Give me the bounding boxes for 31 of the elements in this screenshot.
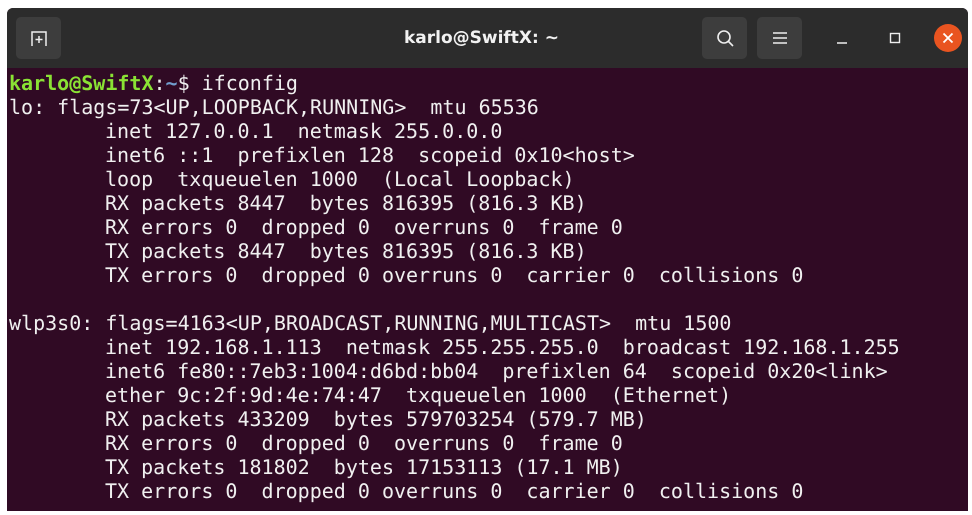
close-icon [942,32,954,44]
menu-button[interactable] [757,17,802,59]
output-line: RX packets 8447 bytes 816395 (816.3 KB) [105,191,587,215]
prompt-separator: : [154,71,166,95]
output-line: RX errors 0 dropped 0 overruns 0 frame 0 [105,215,623,239]
output-line: RX packets 433209 bytes 579703254 (579.7 MB) [105,407,647,431]
close-button[interactable] [934,24,962,52]
search-button[interactable] [702,17,747,59]
menu-icon [772,31,788,45]
new-tab-button[interactable] [16,17,61,59]
prompt-path: ~ [166,71,178,95]
maximize-icon [889,32,901,44]
output-line: TX errors 0 dropped 0 overruns 0 carrier 0 collisions 0 [105,479,804,503]
search-icon [714,28,734,48]
output-line: RX errors 0 dropped 0 overruns 0 frame 0 [105,431,623,455]
window-title: karlo@SwiftX: ~ [402,28,560,48]
output-line: wlp3s0: flags=4163<UP,BROADCAST,RUNNING,MULTICAST> mtu 1500 [9,311,732,335]
output-line: TX packets 181802 bytes 17153113 (17.1 MB) [105,455,623,479]
output-line: lo: flags=73<UP,LOOPBACK,RUNNING> mtu 65536 [9,95,539,119]
output-line: TX errors 0 dropped 0 overruns 0 carrier 0 collisions 0 [105,263,804,287]
output-line: inet 127.0.0.1 netmask 255.0.0.0 [105,119,502,143]
output-line: inet 192.168.1.113 netmask 255.255.255.0 broadcast 192.168.1.255 [105,335,900,359]
command-text: ifconfig [202,71,298,95]
prompt-symbol: $ [178,71,190,95]
output-line: loop txqueuelen 1000 (Local Loopback) [105,167,575,191]
minimize-icon [837,42,847,44]
prompt-user-host: karlo@SwiftX [9,71,154,95]
output-line: inet6 fe80::7eb3:1004:d6bd:bb04 prefixlen 64 scopeid 0x20<link> [105,359,888,383]
output-line: inet6 ::1 prefixlen 128 scopeid 0x10<host> [105,143,635,167]
output-line: ether 9c:2f:9d:4e:74:47 txqueuelen 1000 (Ethernet) [105,383,732,407]
output-line: TX packets 8447 bytes 816395 (816.3 KB) [105,239,587,263]
